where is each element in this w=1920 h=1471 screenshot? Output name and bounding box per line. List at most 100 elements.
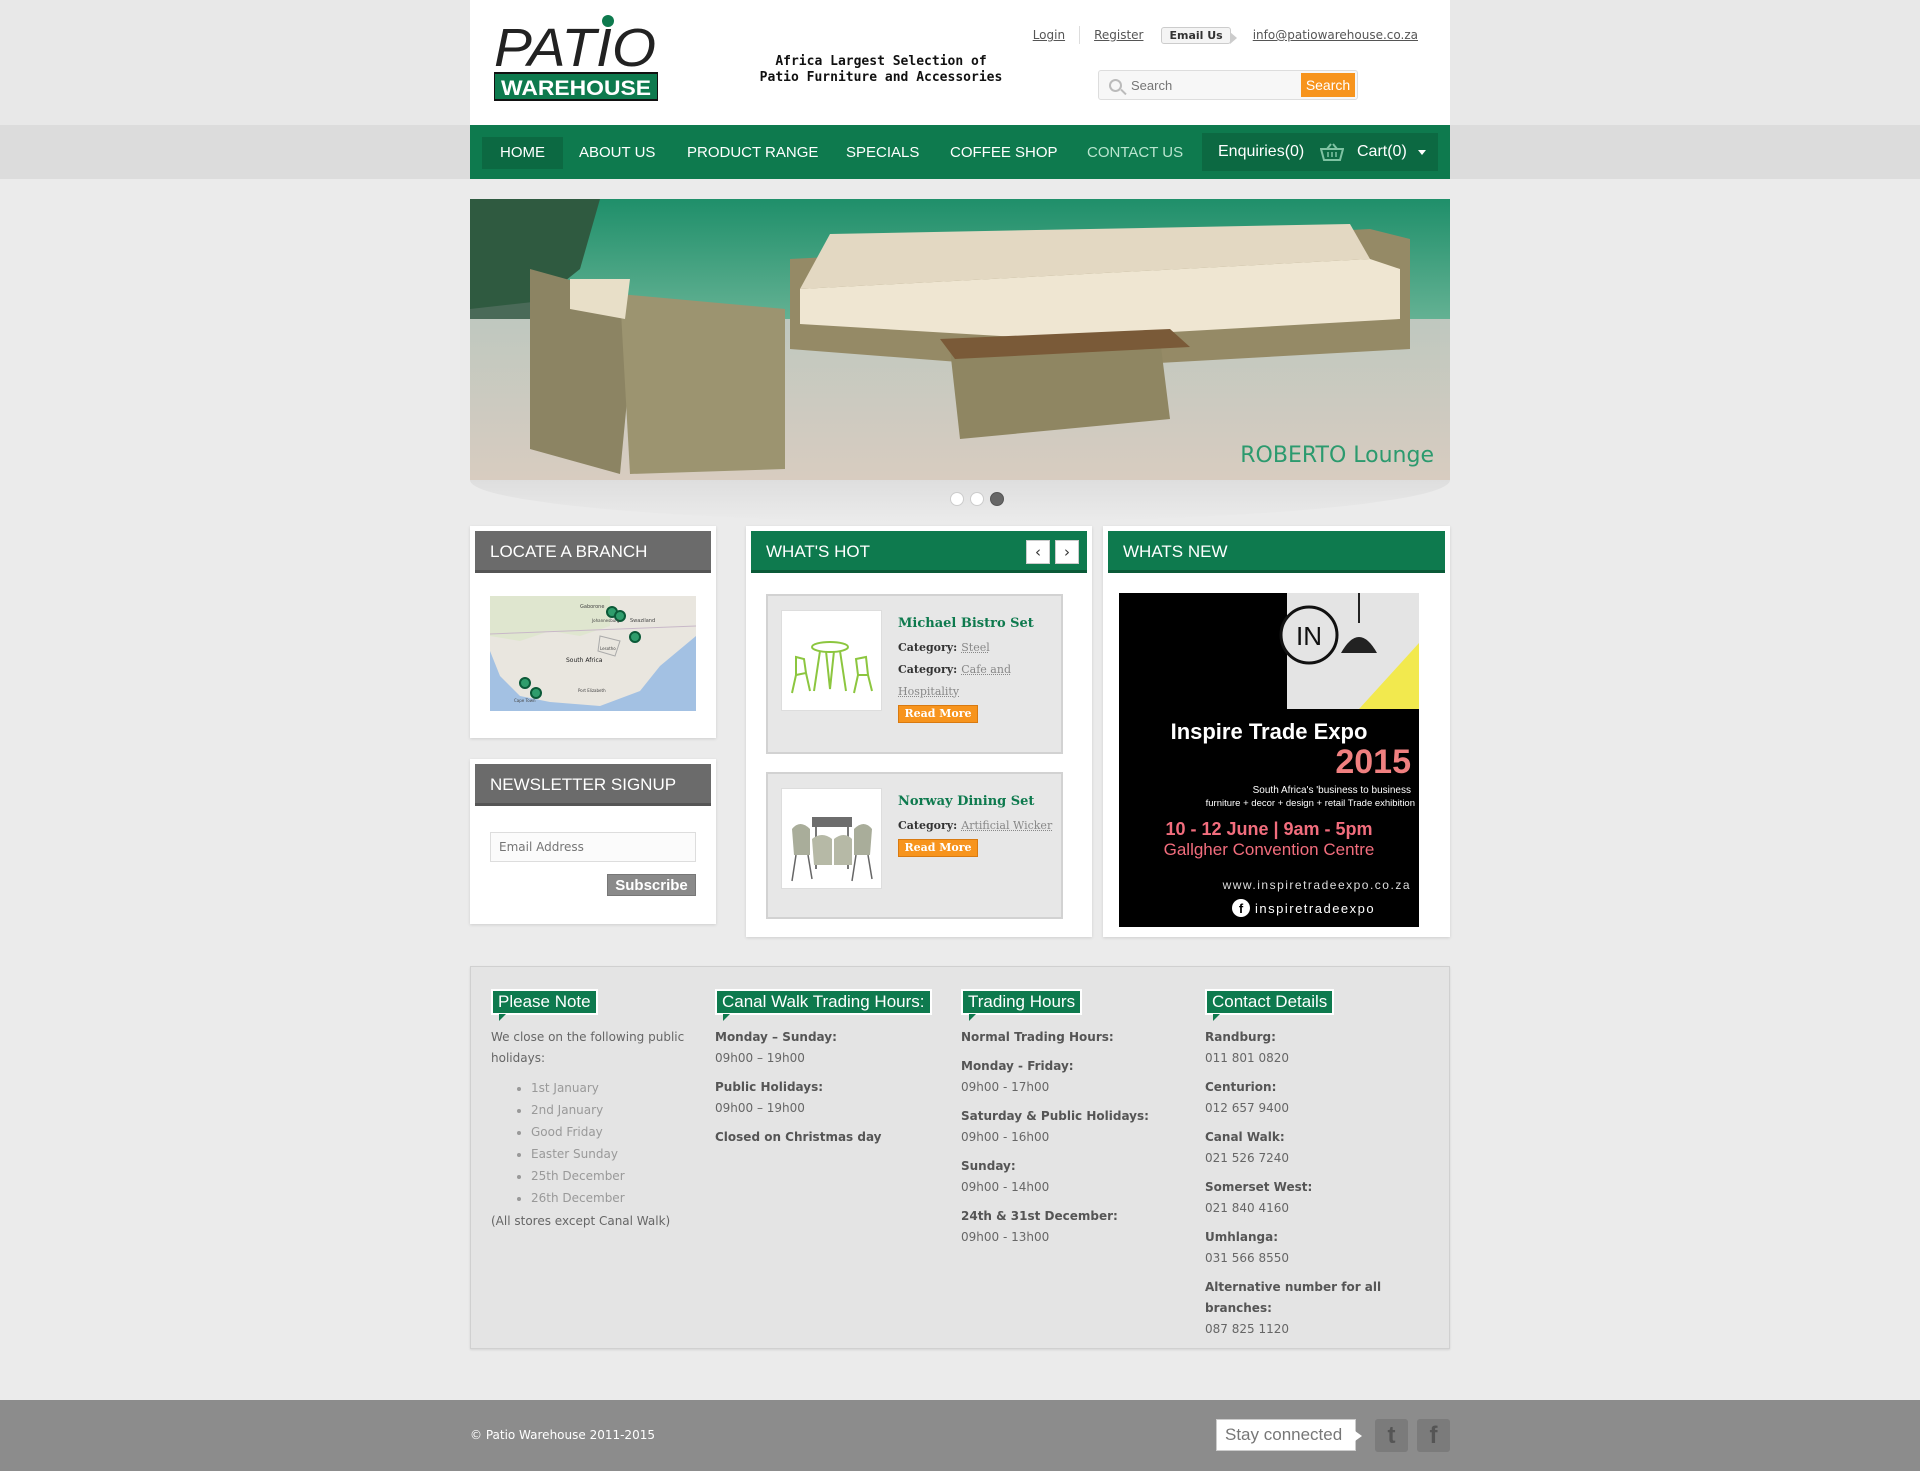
search-input[interactable] xyxy=(1129,75,1304,95)
contact-details: Randburg: 011 801 0820 Centurion: 012 65… xyxy=(1205,1027,1405,1340)
top-links: Login Register Email Us info@patiowareho… xyxy=(1033,24,1418,46)
branch-name: Alternative number for all branches: xyxy=(1205,1280,1382,1315)
search-button[interactable]: Search xyxy=(1301,73,1355,97)
branch-phone: 021 840 4160 xyxy=(1205,1201,1289,1215)
branch-phone: 021 526 7240 xyxy=(1205,1151,1289,1165)
category-line: Category: Cafe and Hospitality xyxy=(898,659,1058,703)
header: PATIO WAREHOUSE Africa Largest Selection… xyxy=(470,0,1450,125)
newsletter-panel: NEWSLETTER SIGNUP Subscribe xyxy=(470,759,716,924)
hours-value: 09h00 – 19h00 xyxy=(715,1051,805,1065)
category-link[interactable]: Artificial Wicker xyxy=(961,819,1052,832)
expo-dates: 10 - 12 June | 9am - 5pm xyxy=(1165,819,1372,839)
hours-label: 24th & 31st December: xyxy=(961,1209,1118,1223)
category-link[interactable]: Steel xyxy=(961,641,990,654)
map-label-swaziland: Swaziland xyxy=(630,618,655,624)
email-link[interactable]: info@patiowarehouse.co.za xyxy=(1253,28,1418,42)
register-link[interactable]: Register xyxy=(1094,28,1143,42)
product-name[interactable]: Norway Dining Set xyxy=(898,794,1058,809)
basket-icon[interactable] xyxy=(1319,143,1345,161)
logo-subtitle: WAREHOUSE xyxy=(501,77,651,100)
product-thumbnail[interactable] xyxy=(781,610,882,711)
please-note-column: Please Note We close on the following pu… xyxy=(491,989,691,1232)
hours-label: Saturday & Public Holidays: xyxy=(961,1109,1149,1123)
hero-image xyxy=(470,199,1450,480)
list-item: 25th December xyxy=(531,1165,691,1187)
slider-dot-3[interactable] xyxy=(990,492,1004,506)
branch-name: Somerset West: xyxy=(1205,1180,1313,1194)
divider xyxy=(1079,26,1081,44)
expo-subtitle-2: furniture + decor + design + retail Trad… xyxy=(1206,798,1415,809)
canal-walk-column: Canal Walk Trading Hours: Monday – Sunda… xyxy=(715,989,935,1148)
nav-home[interactable]: HOME xyxy=(482,137,563,169)
stay-connected-label: Stay connected xyxy=(1216,1419,1362,1451)
whats-new-title: WHATS NEW xyxy=(1108,531,1445,573)
map-label-cape-town: Cape Town xyxy=(514,698,536,703)
branch-phone: 011 801 0820 xyxy=(1205,1051,1289,1065)
whats-new-panel: WHATS NEW IN Inspire Trade Expo 2015 Sou… xyxy=(1103,526,1450,937)
cart-link[interactable]: Cart(0) xyxy=(1357,133,1407,171)
next-arrow-icon[interactable]: › xyxy=(1055,540,1079,564)
list-item: Good Friday xyxy=(531,1121,691,1143)
contact-details-column: Contact Details Randburg: 011 801 0820 C… xyxy=(1205,989,1405,1340)
branch-name: Canal Walk: xyxy=(1205,1130,1285,1144)
slider-dot-1[interactable] xyxy=(950,492,964,506)
read-more-button[interactable]: Read More xyxy=(898,705,978,723)
hours-heading: Normal Trading Hours: xyxy=(961,1030,1114,1044)
category-label: Category: xyxy=(898,663,958,676)
hours-label: Monday - Friday: xyxy=(961,1059,1074,1073)
hours-label: Monday – Sunday: xyxy=(715,1030,837,1044)
facebook-icon[interactable]: f xyxy=(1417,1419,1450,1452)
product-name[interactable]: Michael Bistro Set xyxy=(898,616,1058,631)
enquiries-link[interactable]: Enquiries(0) xyxy=(1218,133,1304,171)
map-label-gaborone: Gaborone xyxy=(580,604,604,610)
logo[interactable]: PATIO WAREHOUSE xyxy=(493,14,659,102)
please-note-title: Please Note xyxy=(491,989,598,1021)
list-item: 2nd January xyxy=(531,1099,691,1121)
expo-banner[interactable]: IN Inspire Trade Expo 2015 South Africa'… xyxy=(1119,593,1419,927)
product-thumbnail[interactable] xyxy=(781,788,882,889)
nav-product-range[interactable]: PRODUCT RANGE xyxy=(687,137,818,169)
expo-year: 2015 xyxy=(1335,743,1411,781)
email-field[interactable] xyxy=(490,832,696,862)
copyright: © Patio Warehouse 2011-2015 xyxy=(470,1428,655,1442)
read-more-button[interactable]: Read More xyxy=(898,839,978,857)
email-us-button[interactable]: Email Us xyxy=(1161,26,1237,44)
nav-about-us[interactable]: ABOUT US xyxy=(579,137,655,169)
expo-facebook: inspiretradeexpo xyxy=(1255,901,1375,916)
map-label-south-africa: South Africa xyxy=(566,657,603,664)
branch-map[interactable]: Gaborone Johannesburg Swaziland Lesotho … xyxy=(490,596,696,711)
map-label-johannesburg: Johannesburg xyxy=(591,618,620,623)
twitter-icon[interactable]: t xyxy=(1375,1419,1408,1452)
hours-label: Public Holidays: xyxy=(715,1080,824,1094)
branch-phone: 087 825 1120 xyxy=(1205,1322,1289,1336)
category-line: Category: Artificial Wicker xyxy=(898,815,1058,837)
product-info: Norway Dining Set Category: Artificial Wi… xyxy=(898,794,1058,857)
list-item: Michael Bistro Set Category: Steel Catego… xyxy=(766,594,1063,754)
canal-walk-title: Canal Walk Trading Hours: xyxy=(715,989,932,1021)
tagline-line2: Patio Furniture and Accessories xyxy=(759,70,1003,85)
slider-dot-2[interactable] xyxy=(970,492,984,506)
subscribe-button[interactable]: Subscribe xyxy=(607,874,696,896)
holidays-footnote: (All stores except Canal Walk) xyxy=(491,1214,671,1228)
branch-name: Randburg: xyxy=(1205,1030,1276,1044)
nav-enquiry-cart: Enquiries(0) Cart(0) xyxy=(1202,133,1438,171)
login-link[interactable]: Login xyxy=(1033,28,1065,42)
trading-hours-column: Trading Hours Normal Trading Hours: Mond… xyxy=(961,989,1181,1248)
category-line: Category: Steel xyxy=(898,637,1058,659)
whats-hot-panel: WHAT'S HOT ‹ › Michael Bistro Set Catego… xyxy=(746,526,1092,937)
product-info: Michael Bistro Set Category: Steel Catego… xyxy=(898,616,1058,723)
nav-coffee-shop[interactable]: COFFEE SHOP xyxy=(950,137,1058,169)
prev-arrow-icon[interactable]: ‹ xyxy=(1026,540,1050,564)
chevron-down-icon[interactable] xyxy=(1418,150,1426,155)
slider-dots xyxy=(950,492,1004,506)
holiday-list: 1st January 2nd January Good Friday East… xyxy=(491,1077,691,1209)
category-label: Category: xyxy=(898,641,958,654)
hours-value: 09h00 - 14h00 xyxy=(961,1180,1050,1194)
tagline-line1: Africa Largest Selection of xyxy=(775,54,987,69)
hours-value: 09h00 – 19h00 xyxy=(715,1101,805,1115)
nav-contact-us[interactable]: CONTACT US xyxy=(1087,137,1183,169)
branch-name: Umhlanga: xyxy=(1205,1230,1279,1244)
branch-name: Centurion: xyxy=(1205,1080,1277,1094)
hero-slider[interactable]: ROBERTO Lounge xyxy=(470,199,1450,480)
nav-specials[interactable]: SPECIALS xyxy=(846,137,919,169)
